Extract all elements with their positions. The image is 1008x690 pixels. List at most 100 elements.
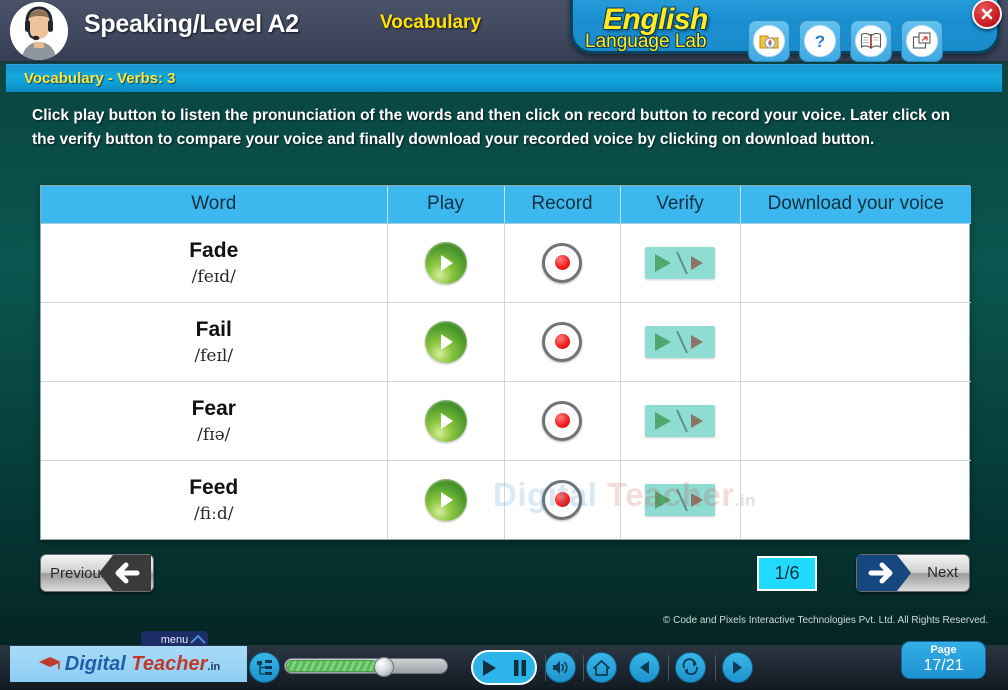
word-cell: Fear/fɪə/ (41, 381, 388, 461)
next-icon (733, 661, 742, 674)
next-chapter-button[interactable] (722, 652, 753, 683)
fullscreen-window-icon (906, 25, 938, 57)
page-badge-value: 17/21 (923, 657, 964, 675)
download-cell[interactable] (740, 302, 971, 382)
help-button[interactable]: ? (799, 20, 841, 62)
play-button[interactable] (424, 399, 467, 442)
play-pause-button[interactable] (471, 650, 537, 685)
table-row: Fail/feɪl/ (41, 302, 971, 382)
verify-button[interactable] (645, 246, 715, 279)
record-button[interactable] (542, 479, 582, 520)
download-cell[interactable] (740, 381, 971, 461)
refresh-button[interactable] (675, 652, 706, 683)
page-indicator[interactable]: 1/6 (757, 556, 817, 591)
play-button[interactable] (424, 320, 467, 363)
verify-cell (620, 381, 741, 461)
verify-compare-icon (655, 488, 703, 512)
vocabulary-table-container: Word Play Record Verify Download your vo… (40, 185, 971, 540)
module-title: Vocabulary (380, 12, 482, 33)
index-list-button[interactable] (249, 652, 280, 683)
record-cell (504, 381, 621, 461)
record-cell (504, 223, 621, 303)
home-button[interactable] (586, 652, 617, 683)
logo-part1: Digital (64, 652, 126, 675)
instructions-text: Click play button to listen the pronunci… (32, 107, 951, 149)
word-text: Feed (189, 476, 239, 500)
page-title: Speaking/Level A2 (84, 10, 299, 38)
column-header-play: Play (387, 186, 505, 224)
toolbar-divider (668, 655, 669, 681)
play-icon (440, 412, 453, 429)
verify-button[interactable] (645, 483, 715, 516)
dictionary-button[interactable] (850, 20, 892, 62)
play-cell (387, 460, 505, 539)
verify-compare-icon (655, 409, 703, 432)
progress-slider-knob[interactable] (374, 657, 394, 677)
download-cell[interactable] (740, 223, 971, 303)
table-row: Fade/feɪd/ (41, 223, 971, 303)
refresh-icon (682, 658, 698, 676)
breadcrumb-bar: Vocabulary - Verbs: 3 (6, 64, 1002, 92)
column-header-word: Word (41, 186, 388, 224)
play-icon (440, 333, 453, 350)
record-button[interactable] (542, 400, 582, 441)
record-dot-icon (554, 492, 570, 508)
previous-button[interactable]: Previous (40, 554, 154, 592)
word-cell: Fade/feɪd/ (41, 223, 388, 303)
record-button[interactable] (542, 321, 582, 362)
word-phonetic: /fiːd/ (194, 504, 234, 525)
play-button[interactable] (424, 478, 467, 521)
fullscreen-button[interactable] (901, 20, 943, 62)
volume-button[interactable] (545, 652, 576, 683)
arrow-left-icon (97, 555, 153, 591)
dictionary-book-icon (855, 25, 887, 57)
record-button[interactable] (542, 242, 582, 283)
volume-icon (553, 661, 568, 674)
play-button[interactable] (424, 241, 467, 284)
play-cell (387, 223, 505, 303)
verify-cell (620, 302, 741, 382)
toolbar-divider (583, 655, 584, 681)
media-folder-icon (753, 25, 785, 57)
word-phonetic: /fɪə/ (197, 425, 231, 446)
play-cell (387, 302, 505, 382)
pause-icon (514, 659, 526, 676)
play-icon (440, 491, 453, 508)
table-body: Fade/feɪd/Fail/feɪl/Fear/fɪə/Feed/fiːd/ (41, 223, 971, 539)
table-row: Fear/fɪə/ (41, 381, 971, 461)
avatar (10, 2, 68, 60)
arrow-right-icon (857, 555, 915, 591)
word-cell: Fail/feɪl/ (41, 302, 388, 382)
logo-part2: Teacher (125, 652, 208, 675)
record-dot-icon (554, 255, 570, 270)
digital-teacher-logo: Digital Teacher.in (10, 646, 247, 682)
vocabulary-table: Word Play Record Verify Download your vo… (41, 186, 971, 539)
brand-plate: English Language Lab ? (570, 0, 1002, 62)
record-cell (504, 460, 621, 539)
progress-slider-fill (286, 660, 378, 672)
progress-slider[interactable] (284, 657, 448, 677)
verify-cell (620, 223, 741, 303)
avatar-illustration (10, 2, 68, 60)
close-button[interactable] (972, 0, 1002, 29)
record-dot-icon (554, 334, 570, 349)
page-badge-label: Page (930, 644, 957, 657)
next-button[interactable]: Next (856, 554, 970, 592)
help-question-icon: ? (804, 25, 836, 57)
record-dot-icon (554, 413, 570, 428)
word-phonetic: /feɪd/ (191, 267, 236, 288)
svg-text:?: ? (815, 32, 825, 51)
play-cell (387, 381, 505, 461)
verify-button[interactable] (645, 325, 715, 358)
column-header-verify: Verify (620, 186, 741, 224)
verify-compare-icon (655, 251, 703, 274)
page-badge[interactable]: Page 17/21 (901, 641, 986, 679)
verify-button[interactable] (645, 404, 715, 437)
download-cell[interactable] (740, 460, 971, 539)
word-text: Fail (195, 317, 232, 341)
previous-chapter-button[interactable] (629, 652, 660, 683)
column-header-record: Record (504, 186, 621, 224)
verify-compare-icon (655, 330, 703, 353)
home-icon (593, 659, 610, 676)
media-folder-button[interactable] (748, 20, 790, 62)
